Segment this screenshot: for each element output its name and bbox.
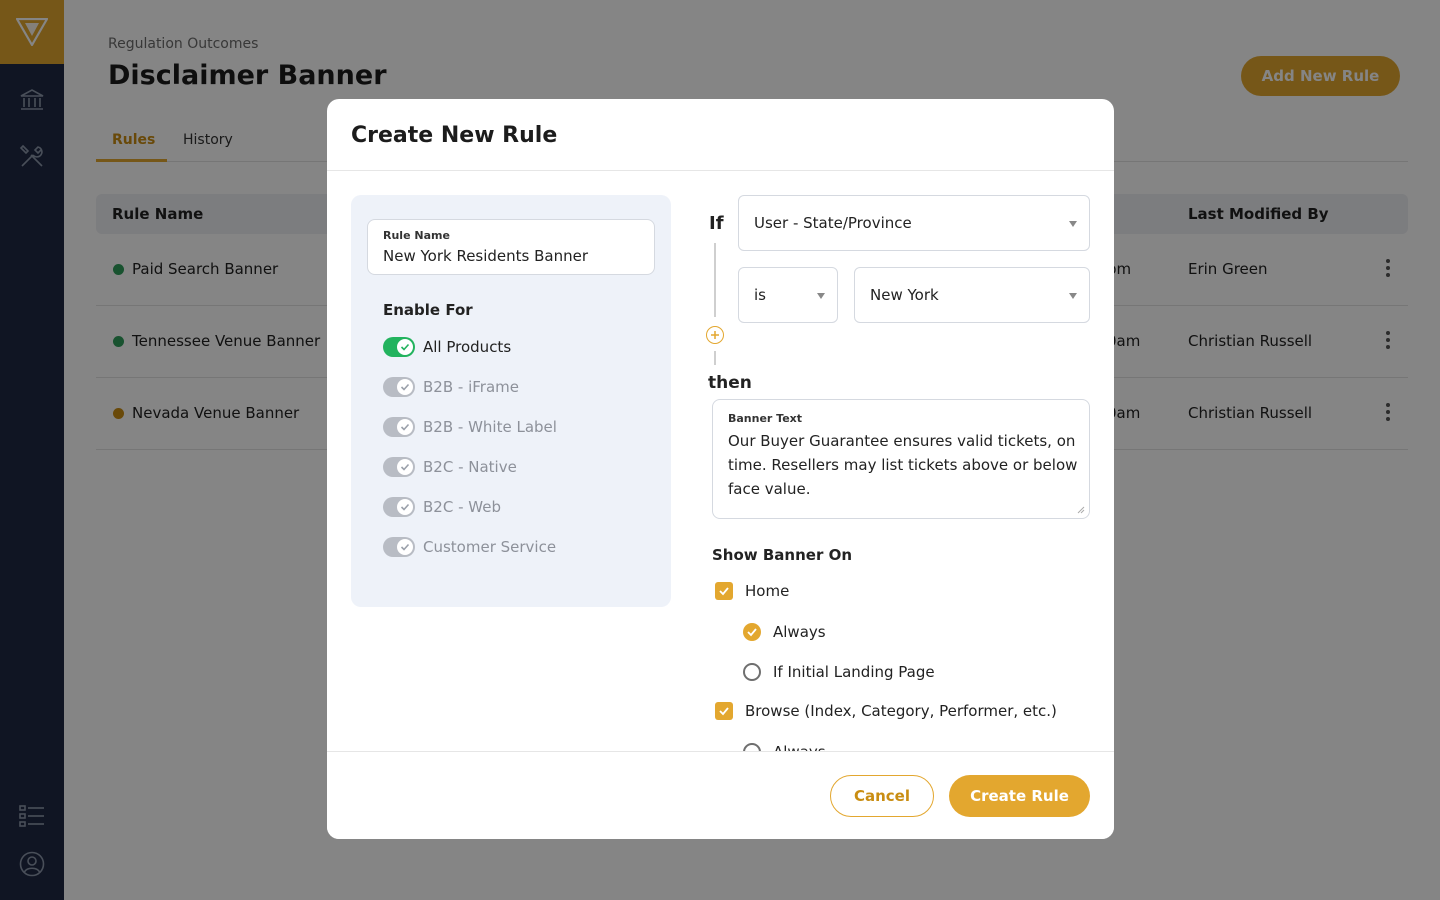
checkbox-browse[interactable]: Browse (Index, Category, Performer, etc.…	[715, 699, 1057, 723]
caret-down-icon	[1069, 221, 1077, 227]
modal-body[interactable]: Rule Name New York Residents Banner Enab…	[327, 171, 1114, 751]
check-icon	[400, 383, 410, 391]
radio-button[interactable]	[743, 743, 761, 751]
toggle-label: B2B - White Label	[423, 418, 557, 436]
toggle-switch[interactable]	[383, 457, 415, 477]
check-icon	[719, 587, 729, 596]
check-icon	[400, 343, 410, 351]
checkbox[interactable]	[715, 702, 733, 720]
attribute-select-value: User - State/Province	[754, 214, 912, 232]
check-icon	[400, 463, 410, 471]
toggle-b2c-web[interactable]: B2C - Web	[383, 496, 501, 518]
rule-name-label: Rule Name	[383, 229, 450, 242]
operator-select[interactable]: is	[738, 267, 838, 323]
rule-settings-panel: Rule Name New York Residents Banner Enab…	[351, 195, 671, 607]
check-icon	[400, 543, 410, 551]
radio-home-initial-landing[interactable]: If Initial Landing Page	[743, 660, 935, 684]
toggle-switch[interactable]	[383, 337, 415, 357]
checkbox-home[interactable]: Home	[715, 579, 789, 603]
check-icon	[747, 628, 757, 637]
toggle-label: B2B - iFrame	[423, 378, 519, 396]
modal-header: Create New Rule	[327, 99, 1114, 171]
check-icon	[719, 707, 729, 716]
toggle-b2b-iframe[interactable]: B2B - iFrame	[383, 376, 519, 398]
toggle-switch[interactable]	[383, 377, 415, 397]
resize-handle-icon[interactable]	[1077, 506, 1085, 514]
toggle-b2b-white-label[interactable]: B2B - White Label	[383, 416, 557, 438]
rule-name-input[interactable]: New York Residents Banner	[383, 247, 588, 265]
condition-connector-line	[714, 243, 716, 317]
then-label: then	[708, 373, 752, 393]
banner-text-field[interactable]: Banner Text Our Buyer Guarantee ensures …	[712, 399, 1090, 519]
checkbox-label: Browse (Index, Category, Performer, etc.…	[745, 702, 1057, 720]
toggle-switch[interactable]	[383, 537, 415, 557]
toggle-all-products[interactable]: All Products	[383, 336, 511, 358]
radio-home-always[interactable]: Always	[743, 620, 826, 644]
attribute-select[interactable]: User - State/Province	[738, 195, 1090, 251]
banner-text-label: Banner Text	[728, 412, 803, 425]
checkbox-label: Home	[745, 582, 790, 600]
caret-down-icon	[817, 293, 825, 299]
checkbox[interactable]	[715, 582, 733, 600]
rule-name-field[interactable]: Rule Name New York Residents Banner	[367, 219, 655, 275]
radio-button[interactable]	[743, 623, 761, 641]
show-banner-on-title: Show Banner On	[712, 546, 853, 564]
caret-down-icon	[1069, 293, 1077, 299]
toggle-label: Customer Service	[423, 538, 557, 556]
toggle-b2c-native[interactable]: B2C - Native	[383, 456, 517, 478]
cancel-button[interactable]: Cancel	[830, 775, 934, 817]
modal-title: Create New Rule	[351, 123, 558, 148]
toggle-label: B2C - Native	[423, 458, 517, 476]
check-icon	[400, 503, 410, 511]
create-rule-button[interactable]: Create Rule	[949, 775, 1090, 817]
radio-browse-always[interactable]: Always	[743, 740, 826, 751]
modal-footer: Cancel Create Rule	[327, 751, 1114, 839]
if-label: If	[709, 213, 724, 234]
banner-text-input[interactable]: Our Buyer Guarantee ensures valid ticket…	[728, 429, 1078, 501]
radio-label: Always	[773, 743, 826, 751]
toggle-label: All Products	[423, 338, 512, 356]
radio-button[interactable]	[743, 663, 761, 681]
radio-label: If Initial Landing Page	[773, 663, 935, 681]
enable-for-title: Enable For	[383, 301, 473, 319]
toggle-switch[interactable]	[383, 417, 415, 437]
toggle-switch[interactable]	[383, 497, 415, 517]
value-select-value: New York	[870, 286, 939, 304]
create-rule-modal: Create New Rule Rule Name New York Resid…	[327, 99, 1114, 839]
toggle-customer-service[interactable]: Customer Service	[383, 536, 556, 558]
radio-label: Always	[773, 623, 826, 641]
toggle-label: B2C - Web	[423, 498, 501, 516]
operator-select-value: is	[754, 286, 766, 304]
condition-connector-line	[714, 351, 716, 365]
value-select[interactable]: New York	[854, 267, 1090, 323]
plus-icon	[711, 331, 719, 339]
add-condition-button[interactable]	[706, 326, 724, 344]
check-icon	[400, 423, 410, 431]
